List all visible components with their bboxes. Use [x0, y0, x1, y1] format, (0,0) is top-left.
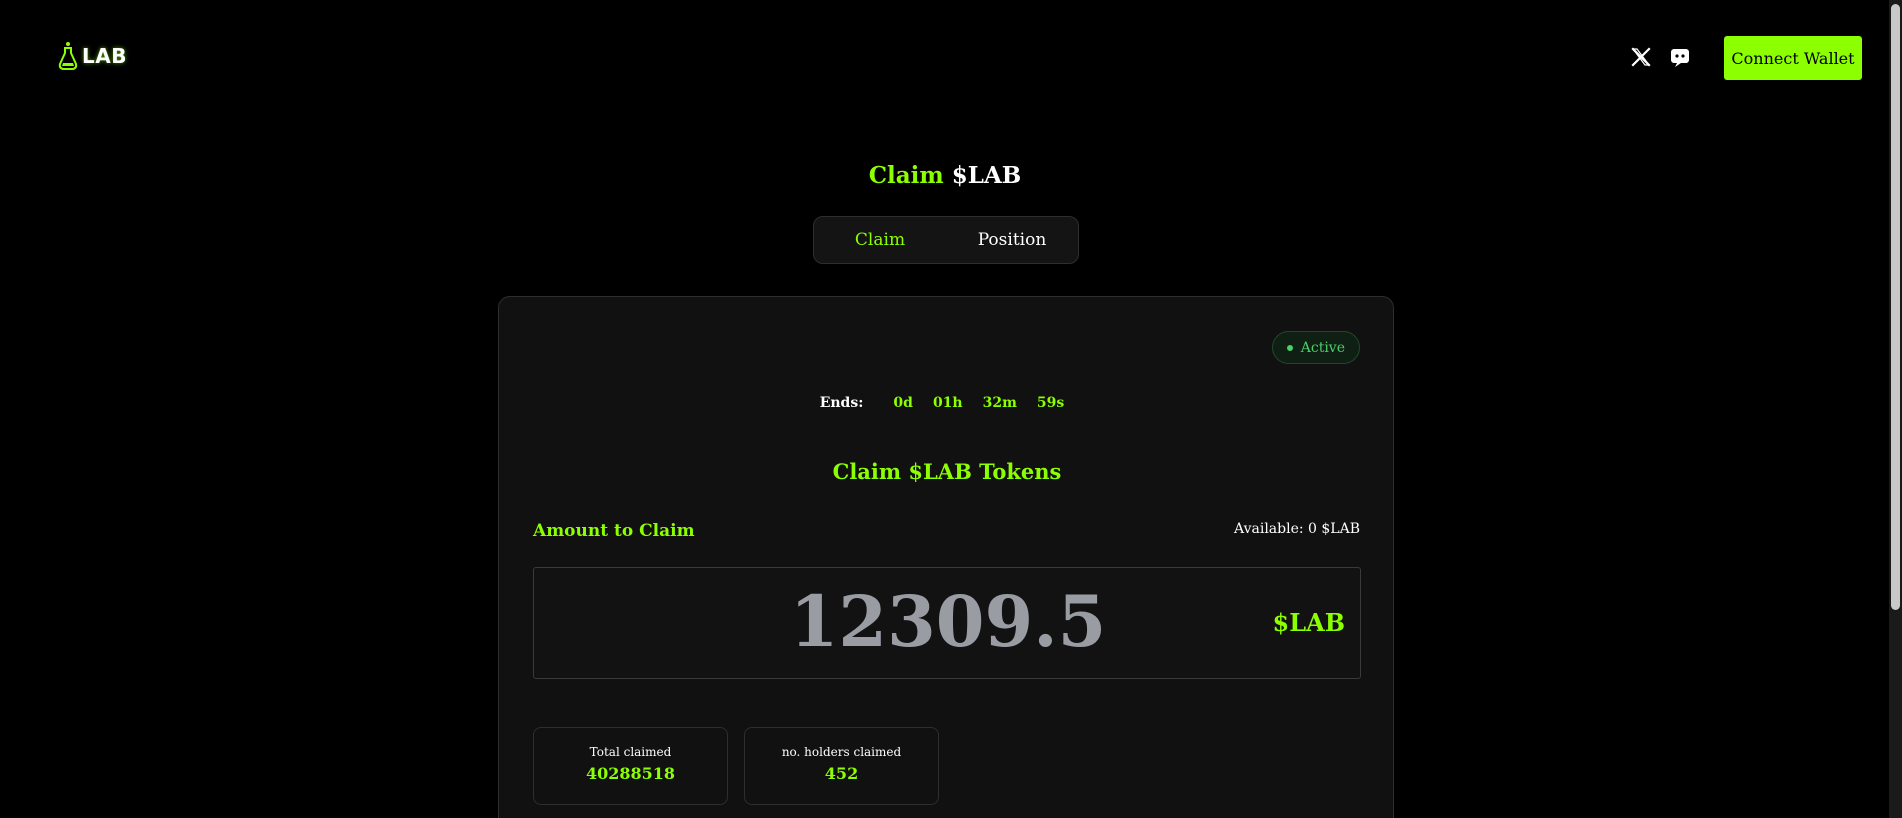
stat-total-claimed: Total claimed 40288518 — [533, 727, 728, 805]
tab-claim[interactable]: Claim — [814, 230, 946, 250]
flask-icon — [58, 42, 78, 70]
amount-value: 12309.5 — [789, 580, 1107, 663]
countdown-days: 0d — [893, 395, 913, 411]
scrollbar-thumb[interactable] — [1891, 4, 1900, 610]
countdown-hours: 01h — [932, 395, 963, 411]
card-heading: Claim $LAB Tokens — [832, 459, 1062, 484]
amount-label: Amount to Claim — [533, 521, 695, 541]
amount-unit: $LAB — [1272, 608, 1345, 637]
page-title-accent: Claim — [868, 162, 944, 189]
discord-link[interactable] — [1667, 44, 1693, 70]
status-badge: Active — [1271, 331, 1360, 364]
claim-card: Active Ends: 0d 01h 32m 59s Claim $LAB T… — [498, 296, 1394, 818]
available-balance: Available: 0 $LAB — [1234, 521, 1360, 537]
tab-position[interactable]: Position — [946, 230, 1078, 250]
x-link[interactable] — [1628, 44, 1654, 70]
tab-bar: Claim Position — [813, 216, 1079, 264]
stat-label: no. holders claimed — [781, 745, 902, 759]
stat-holders-claimed: no. holders claimed 452 — [744, 727, 939, 805]
amount-input[interactable]: 12309.5 $LAB — [533, 567, 1361, 679]
status-text: Active — [1300, 339, 1345, 356]
logo-text: LAB — [82, 44, 127, 68]
status-dot-icon — [1286, 344, 1293, 351]
scrollbar[interactable] — [1889, 0, 1902, 818]
connect-wallet-button[interactable]: Connect Wallet — [1724, 36, 1862, 80]
countdown: Ends: 0d 01h 32m 59s — [499, 395, 1395, 411]
countdown-seconds: 59s — [1036, 395, 1065, 411]
stat-value: 452 — [824, 764, 859, 783]
page-title-token: $LAB — [951, 162, 1022, 189]
stat-label: Total claimed — [589, 745, 672, 759]
lab-logo[interactable]: LAB — [56, 40, 127, 72]
top-nav: LAB Connect Wallet — [0, 0, 1902, 115]
stat-value: 40288518 — [585, 764, 676, 783]
countdown-minutes: 32m — [982, 395, 1017, 411]
countdown-label: Ends: — [819, 395, 864, 411]
page-title: Claim $LAB — [0, 162, 1890, 189]
x-icon — [1631, 47, 1651, 67]
discord-icon — [1671, 49, 1689, 67]
